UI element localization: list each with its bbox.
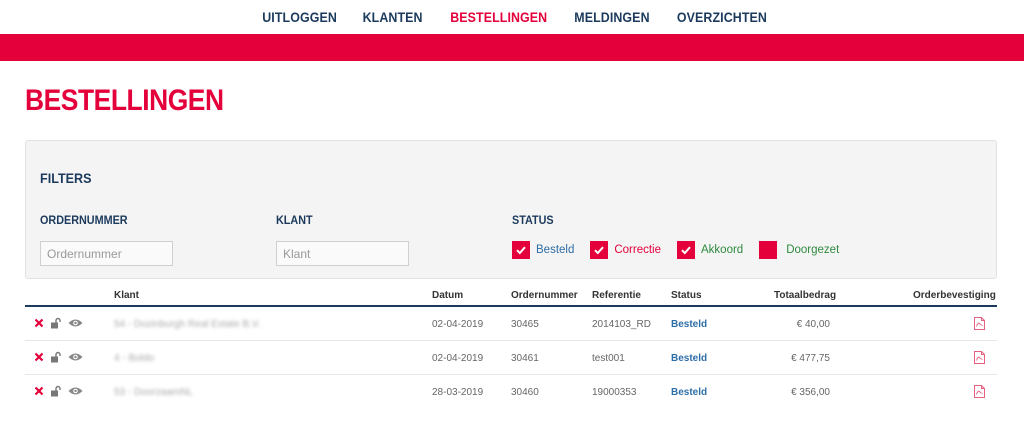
cell-ordernummer: 30460 xyxy=(511,387,539,398)
cell-datum: 02-04-2019 xyxy=(432,319,484,330)
row-actions xyxy=(34,317,83,329)
pdf-icon[interactable] xyxy=(974,317,985,335)
status-option-besteld[interactable]: Besteld xyxy=(512,241,574,259)
checkbox-akkoord[interactable] xyxy=(677,241,696,259)
cell-ordernummer: 30461 xyxy=(511,353,539,364)
unlock-icon[interactable] xyxy=(50,351,62,363)
klant-label: KLANT xyxy=(276,213,313,227)
close-icon[interactable] xyxy=(34,318,44,328)
status-option-label: Correctie xyxy=(614,244,662,256)
filters-panel: FILTERS ORDERNUMMER KLANT STATUS Besteld… xyxy=(25,140,997,279)
pdf-icon[interactable] xyxy=(974,351,985,369)
row-actions xyxy=(34,385,83,397)
status-option-akkoord[interactable]: Akkoord xyxy=(677,241,743,259)
status-option-label: Besteld xyxy=(536,244,575,256)
table-header: Klant Datum Ordernummer Referentie Statu… xyxy=(25,285,997,307)
nav-item-bestellingen[interactable]: BESTELLINGEN xyxy=(441,10,556,25)
table-row: 54 - Dozinburgh Real Estate B.V. 02-04-2… xyxy=(25,307,997,341)
close-icon[interactable] xyxy=(34,352,44,362)
table-row: 53 - DoorzaamNL 28-03-2019 30460 1900035… xyxy=(25,375,997,409)
status-option-label: Doorgezet xyxy=(786,244,840,256)
cell-klant: 4 - Boldo xyxy=(114,353,155,364)
status-label: STATUS xyxy=(512,213,554,227)
checkbox-correctie[interactable] xyxy=(590,241,609,259)
nav-item-meldingen[interactable]: MELDINGEN xyxy=(565,10,659,25)
cell-klant: 54 - Dozinburgh Real Estate B.V. xyxy=(114,319,261,330)
column-header-klant[interactable]: Klant xyxy=(114,290,139,301)
check-icon xyxy=(681,246,691,255)
top-navigation: UITLOGGEN KLANTEN BESTELLINGEN MELDINGEN… xyxy=(0,0,1024,34)
cell-status: Besteld xyxy=(671,353,708,364)
cell-datum: 28-03-2019 xyxy=(432,387,484,398)
filters-title: FILTERS xyxy=(40,170,92,186)
cell-totaalbedrag: € 356,00 xyxy=(791,387,830,398)
ordernummer-label: ORDERNUMMER xyxy=(40,213,128,227)
ordernummer-input[interactable] xyxy=(40,241,173,266)
row-actions xyxy=(34,351,83,363)
nav-item-overzichten[interactable]: OVERZICHTEN xyxy=(668,10,776,25)
column-header-ordernummer[interactable]: Ordernummer xyxy=(511,290,578,301)
status-option-doorgezet[interactable]: Doorgezet xyxy=(759,241,839,259)
klant-input[interactable] xyxy=(276,241,409,266)
close-icon[interactable] xyxy=(34,386,44,396)
table-row: 4 - Boldo 02-04-2019 30461 test001 Beste… xyxy=(25,341,997,375)
column-header-totaalbedrag[interactable]: Totaalbedrag xyxy=(774,290,836,301)
cell-referentie: test001 xyxy=(592,353,625,364)
column-header-status[interactable]: Status xyxy=(671,290,702,301)
column-header-referentie[interactable]: Referentie xyxy=(592,290,641,301)
pdf-icon[interactable] xyxy=(974,385,985,403)
checkbox-besteld[interactable] xyxy=(512,241,530,259)
nav-list: UITLOGGEN KLANTEN BESTELLINGEN MELDINGEN… xyxy=(249,10,781,25)
unlock-icon[interactable] xyxy=(50,317,62,329)
cell-klant: 53 - DoorzaamNL xyxy=(114,387,193,398)
nav-item-uitloggen[interactable]: UITLOGGEN xyxy=(253,10,346,25)
check-icon xyxy=(516,246,526,255)
status-options: Besteld Correctie Akkoord Doorgezet xyxy=(512,241,855,259)
nav-item-klanten[interactable]: KLANTEN xyxy=(354,10,432,25)
cell-datum: 02-04-2019 xyxy=(432,353,484,364)
cell-ordernummer: 30465 xyxy=(511,319,539,330)
cell-status: Besteld xyxy=(671,319,708,330)
header-banner xyxy=(0,34,1024,61)
checkbox-doorgezet[interactable] xyxy=(759,241,778,259)
eye-icon[interactable] xyxy=(68,386,83,396)
status-option-label: Akkoord xyxy=(701,244,744,256)
column-header-orderbevestiging[interactable]: Orderbevestiging xyxy=(913,290,996,301)
cell-referentie: 19000353 xyxy=(592,387,637,398)
eye-icon[interactable] xyxy=(68,352,83,362)
cell-totaalbedrag: € 477,75 xyxy=(791,353,830,364)
unlock-icon[interactable] xyxy=(50,385,62,397)
orders-table: Klant Datum Ordernummer Referentie Statu… xyxy=(25,285,997,409)
cell-referentie: 2014103_RD xyxy=(592,319,651,330)
cell-status: Besteld xyxy=(671,387,708,398)
column-header-datum[interactable]: Datum xyxy=(432,290,463,301)
status-option-correctie[interactable]: Correctie xyxy=(590,241,661,259)
eye-icon[interactable] xyxy=(68,318,83,328)
check-icon xyxy=(594,246,605,255)
cell-totaalbedrag: € 40,00 xyxy=(796,319,830,330)
page-title: BESTELLINGEN xyxy=(25,84,224,117)
